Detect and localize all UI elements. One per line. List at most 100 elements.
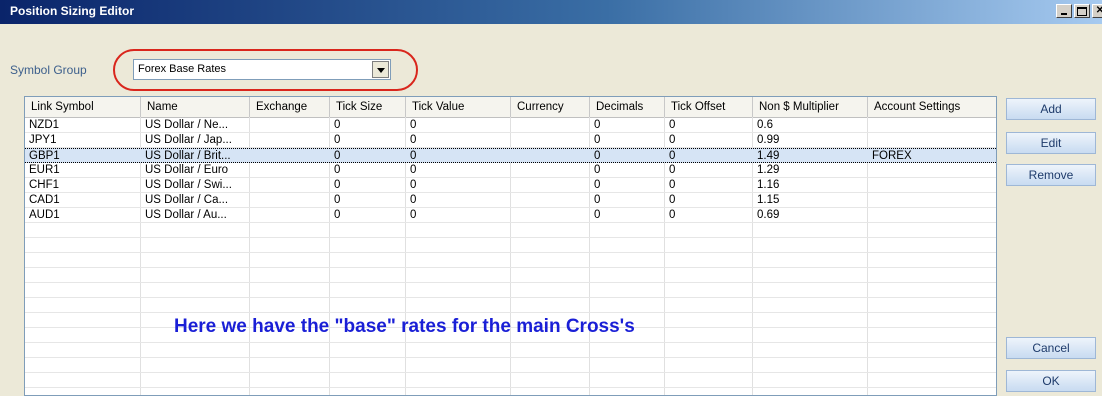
table-cell: 0 xyxy=(410,194,417,206)
table-cell xyxy=(511,208,590,222)
table-cell: FOREX xyxy=(872,150,912,162)
table-cell: 0 xyxy=(334,134,341,146)
table-cell: 0 xyxy=(594,119,601,131)
table-cell xyxy=(250,163,330,177)
position-sizing-editor-window: Position Sizing Editor ✕ Symbol Group Fo… xyxy=(0,0,1102,396)
window-title: Position Sizing Editor xyxy=(10,4,134,18)
table-cell: 1.15 xyxy=(757,194,780,206)
table-cell xyxy=(250,118,330,132)
table-row[interactable]: GBP1 US Dollar / Brit... 0 0 0 0 1.49 FOREX xyxy=(25,148,996,163)
table-cell: NZD1 xyxy=(29,119,60,131)
empty-row[interactable] xyxy=(25,253,996,268)
table-cell: 0 xyxy=(594,209,601,221)
column-header[interactable]: Non $ Multiplier xyxy=(753,97,868,117)
table-cell: 0 xyxy=(334,164,341,176)
table-cell xyxy=(250,149,330,163)
table-cell: 0.6 xyxy=(757,119,773,131)
ok-button[interactable]: OK xyxy=(1006,370,1096,392)
empty-row[interactable] xyxy=(25,373,996,388)
empty-row[interactable] xyxy=(25,298,996,313)
table-cell: 0 xyxy=(334,150,341,162)
remove-button[interactable]: Remove xyxy=(1006,164,1096,186)
table-cell xyxy=(868,163,996,177)
table-cell xyxy=(511,118,590,132)
empty-row[interactable] xyxy=(25,223,996,238)
table-cell xyxy=(868,208,996,222)
column-header[interactable]: Name xyxy=(141,97,250,117)
table-cell: 0.69 xyxy=(757,209,780,221)
column-header[interactable]: Account Settings xyxy=(868,97,996,117)
table-cell: 1.49 xyxy=(757,150,780,162)
add-button[interactable]: Add xyxy=(1006,98,1096,120)
column-header[interactable]: Currency xyxy=(511,97,590,117)
table-cell: 0 xyxy=(410,134,417,146)
empty-row[interactable] xyxy=(25,268,996,283)
table-cell: GBP1 xyxy=(29,150,60,162)
table-cell: 0 xyxy=(594,150,601,162)
edit-button[interactable]: Edit xyxy=(1006,132,1096,154)
table-cell xyxy=(511,133,590,147)
maximize-icon[interactable] xyxy=(1074,4,1090,18)
table-cell: 0.99 xyxy=(757,134,780,146)
empty-row[interactable] xyxy=(25,343,996,358)
empty-row[interactable] xyxy=(25,238,996,253)
table-cell: 0 xyxy=(334,119,341,131)
title-bar: Position Sizing Editor ✕ xyxy=(0,0,1102,24)
table-cell: 0 xyxy=(410,209,417,221)
table-cell: 0 xyxy=(594,194,601,206)
table-cell: 0 xyxy=(410,119,417,131)
table-cell: US Dollar / Ca... xyxy=(145,194,229,206)
table-cell: 0 xyxy=(410,179,417,191)
table-row[interactable]: NZD1 US Dollar / Ne... 0 0 0 0 0.6 xyxy=(25,118,996,133)
close-icon[interactable]: ✕ xyxy=(1092,4,1102,18)
table-cell: 0 xyxy=(594,134,601,146)
table-row[interactable]: JPY1 US Dollar / Jap... 0 0 0 0 0.99 xyxy=(25,133,996,148)
table-row[interactable]: EUR1 US Dollar / Euro 0 0 0 0 1.29 xyxy=(25,163,996,178)
table-header: Link Symbol Name Exchange Tick Size Tick Val… xyxy=(25,97,996,118)
table-cell: 0 xyxy=(334,179,341,191)
table-cell: 1.16 xyxy=(757,179,780,191)
table-cell: US Dollar / Ne... xyxy=(145,119,229,131)
table-cell: 0 xyxy=(669,164,676,176)
table-cell: US Dollar / Brit... xyxy=(145,150,231,162)
table-row[interactable]: CHF1 US Dollar / Swi... 0 0 0 0 1.16 xyxy=(25,178,996,193)
table-cell: AUD1 xyxy=(29,209,60,221)
table-cell xyxy=(868,133,996,147)
table-cell xyxy=(250,178,330,192)
column-header[interactable]: Exchange xyxy=(250,97,330,117)
column-header[interactable]: Decimals xyxy=(590,97,665,117)
column-header[interactable]: Tick Offset xyxy=(665,97,753,117)
table-cell: 0 xyxy=(594,164,601,176)
table-cell: CAD1 xyxy=(29,194,60,206)
column-header[interactable]: Tick Size xyxy=(330,97,406,117)
table-cell: 0 xyxy=(669,209,676,221)
empty-row[interactable] xyxy=(25,283,996,298)
table-row[interactable]: CAD1 US Dollar / Ca... 0 0 0 0 1.15 xyxy=(25,193,996,208)
table-cell: US Dollar / Euro xyxy=(145,164,229,176)
table-cell: CHF1 xyxy=(29,179,60,191)
table-cell xyxy=(868,178,996,192)
table-cell xyxy=(511,149,590,163)
window-controls: ✕ xyxy=(1056,4,1102,18)
table-cell: 0 xyxy=(669,194,676,206)
column-header[interactable]: Link Symbol xyxy=(25,97,141,117)
table-cell: 0 xyxy=(334,194,341,206)
cancel-button[interactable]: Cancel xyxy=(1006,337,1096,359)
minimize-icon[interactable] xyxy=(1056,4,1072,18)
highlight-circle xyxy=(113,49,418,91)
symbols-table[interactable]: Link Symbol Name Exchange Tick Size Tick Val… xyxy=(24,96,997,396)
table-cell: US Dollar / Jap... xyxy=(145,134,232,146)
table-cell: EUR1 xyxy=(29,164,60,176)
table-cell: 1.29 xyxy=(757,164,780,176)
table-cell xyxy=(868,193,996,207)
table-cell xyxy=(250,133,330,147)
table-cell: US Dollar / Swi... xyxy=(145,179,232,191)
table-cell: 0 xyxy=(410,150,417,162)
table-cell: 0 xyxy=(669,179,676,191)
column-header[interactable]: Tick Value xyxy=(406,97,511,117)
table-cell: 0 xyxy=(594,179,601,191)
empty-row[interactable] xyxy=(25,358,996,373)
table-cell xyxy=(250,193,330,207)
table-cell xyxy=(511,193,590,207)
table-row[interactable]: AUD1 US Dollar / Au... 0 0 0 0 0.69 xyxy=(25,208,996,223)
